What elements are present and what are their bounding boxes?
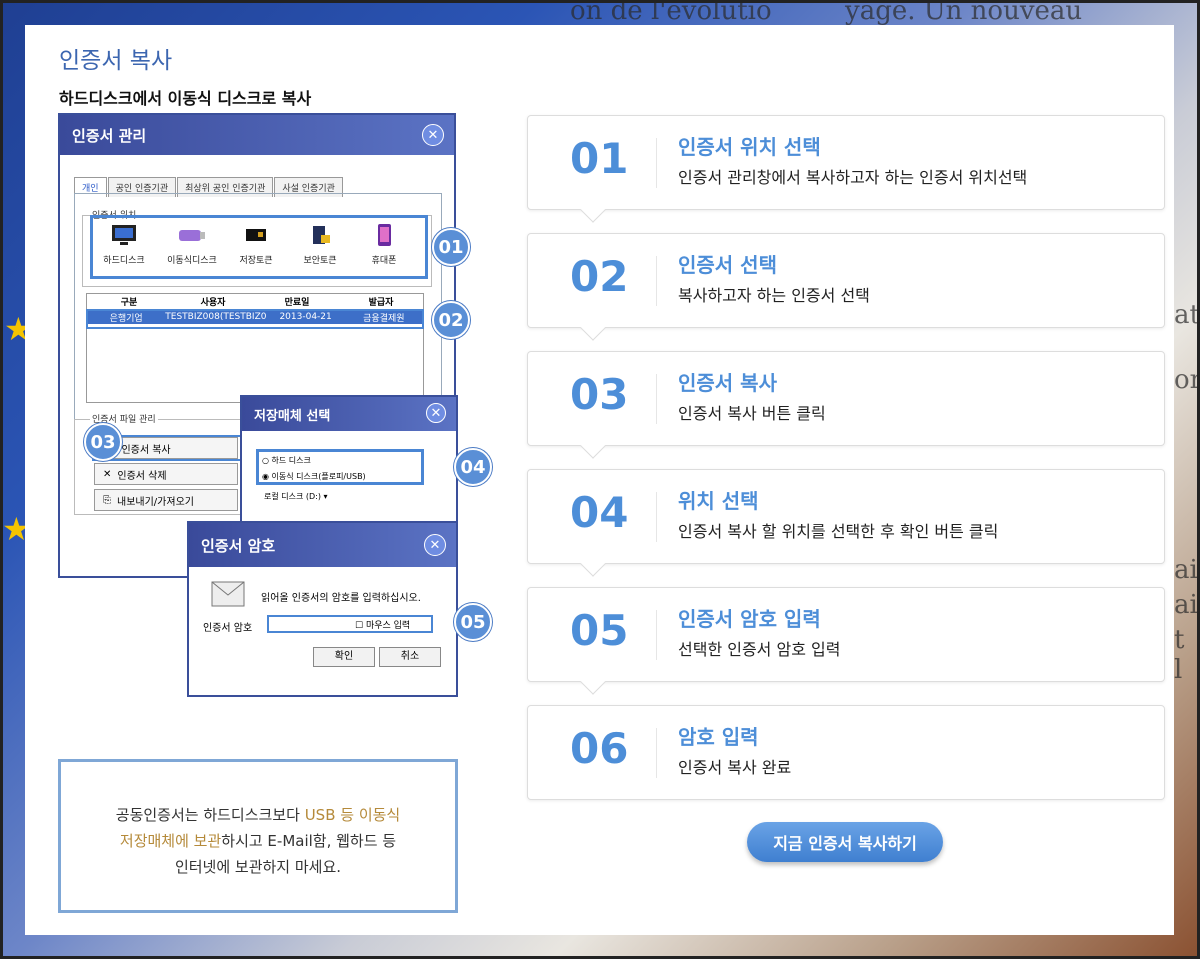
- step-card: 01 인증서 위치 선택인증서 관리창에서 복사하고자 하는 인증서 위치선택: [527, 115, 1165, 223]
- bg-text: at: [1174, 300, 1200, 330]
- device-label: 보안토큰: [303, 256, 337, 266]
- device-harddisk[interactable]: 하드디스크: [96, 223, 152, 266]
- arrow-icon: [580, 197, 606, 223]
- step-number: 03: [570, 370, 629, 419]
- phone-icon: [378, 224, 391, 246]
- col-header: 구분: [120, 298, 138, 308]
- step-badge-04: 04: [454, 448, 492, 486]
- step-title: 인증서 암호 입력: [678, 607, 821, 631]
- step-card: 02 인증서 선택복사하고자 하는 인증서 선택: [527, 233, 1165, 341]
- arrow-icon: [580, 315, 606, 341]
- delete-icon: ✕: [103, 468, 112, 480]
- table-header: 구분 사용자 만료일 발급자: [87, 294, 423, 310]
- export-import-button[interactable]: ⎘ 내보내기/가져오기: [94, 489, 238, 511]
- divider: [656, 728, 657, 778]
- step-card: 04 위치 선택인증서 복사 할 위치를 선택한 후 확인 버튼 클릭: [527, 469, 1165, 577]
- step-badge-01: 01: [432, 228, 470, 266]
- page-title: 인증서 복사: [59, 48, 173, 74]
- illustration: 인증서 관리 ✕ 개인 공인 인증기관 최상위 공인 인증기관 사설 인증기관 …: [58, 113, 493, 728]
- window-title: 인증서 관리: [60, 115, 454, 155]
- step-number: 06: [570, 724, 629, 773]
- close-icon[interactable]: ✕: [422, 124, 444, 146]
- divider: [656, 374, 657, 424]
- highlight-box: [256, 449, 424, 485]
- step-number: 01: [570, 134, 629, 183]
- step-number: 04: [570, 488, 629, 537]
- device-label: 하드디스크: [103, 256, 145, 266]
- step-card: 03 인증서 복사인증서 복사 버튼 클릭: [527, 351, 1165, 459]
- device-label: 휴대폰: [371, 256, 397, 266]
- window-title: 저장매체 선택: [242, 397, 456, 431]
- bg-text: t l: [1174, 625, 1185, 685]
- step-desc: 복사하고자 하는 인증서 선택: [678, 286, 870, 305]
- divider: [656, 492, 657, 542]
- step-title: 인증서 선택: [678, 253, 777, 277]
- bg-text: ait: [1174, 555, 1200, 585]
- arrow-icon: [580, 551, 606, 577]
- divider: [656, 610, 657, 660]
- device-token[interactable]: 저장토큰: [228, 223, 284, 266]
- bg-text: ais: [1174, 590, 1200, 620]
- cancel-button[interactable]: 취소: [379, 647, 441, 667]
- mouse-input-checkbox[interactable]: ☐ 마우스 입력: [355, 618, 410, 631]
- tip-box: 공동인증서는 하드디스크보다 USB 등 이동식 저장매체에 보관하시고 E-M…: [58, 759, 458, 913]
- drive-select[interactable]: 로컬 디스크 (D:) ▾: [264, 491, 328, 502]
- step-desc: 인증서 복사 완료: [678, 758, 792, 777]
- password-label: 인증서 암호: [203, 623, 253, 634]
- step-badge-02: 02: [432, 301, 470, 339]
- window-title: 인증서 암호: [189, 523, 456, 567]
- device-label: 저장토큰: [239, 256, 273, 266]
- device-phone[interactable]: 휴대폰: [356, 223, 412, 266]
- step-card: 06 암호 입력인증서 복사 완료: [527, 705, 1165, 800]
- token-icon: [246, 229, 266, 241]
- step-number: 05: [570, 606, 629, 655]
- tip-line: 공동인증서는 하드디스크보다 USB 등 이동식: [115, 806, 401, 824]
- device-usb[interactable]: 이동식디스크: [164, 223, 220, 266]
- col-header: 발급자: [368, 298, 394, 308]
- step-title: 인증서 복사: [678, 371, 777, 395]
- arrow-icon: [580, 669, 606, 695]
- divider: [656, 256, 657, 306]
- delete-cert-button[interactable]: ✕ 인증서 삭제: [94, 463, 238, 485]
- step-card: 05 인증서 암호 입력선택한 인증서 암호 입력: [527, 587, 1165, 695]
- step-desc: 인증서 관리창에서 복사하고자 하는 인증서 위치선택: [678, 168, 1028, 187]
- step-title: 인증서 위치 선택: [678, 135, 821, 159]
- col-header: 사용자: [200, 298, 226, 308]
- tip-line: 저장매체에 보관하시고 E-Mail함, 웹하드 등: [119, 832, 397, 850]
- device-label: 이동식디스크: [167, 256, 217, 266]
- step-desc: 인증서 복사 버튼 클릭: [678, 404, 826, 423]
- password-window: 인증서 암호 ✕ 읽어올 인증서의 암호를 입력하십시오. 인증서 암호 ☐ 마…: [187, 521, 458, 697]
- page-subtitle: 하드디스크에서 이동식 디스크로 복사: [59, 89, 312, 108]
- ok-button[interactable]: 확인: [313, 647, 375, 667]
- step-number: 02: [570, 252, 629, 301]
- bg-text: yage. Un nouveau: [845, 0, 1083, 26]
- envelope-icon: [211, 581, 245, 607]
- step-badge-05: 05: [454, 603, 492, 641]
- step-desc: 선택한 인증서 암호 입력: [678, 640, 841, 659]
- content-card: 인증서 복사 하드디스크에서 이동식 디스크로 복사 인증서 관리 ✕ 개인 공…: [25, 25, 1174, 935]
- copy-cert-now-button[interactable]: 지금 인증서 복사하기: [747, 822, 943, 862]
- close-icon[interactable]: ✕: [424, 534, 446, 556]
- bg-text: on de l'évolutio: [570, 0, 772, 26]
- arrow-icon: [580, 433, 606, 459]
- step-title: 위치 선택: [678, 489, 759, 513]
- divider: [656, 138, 657, 188]
- tip-line: 인터넷에 보관하지 마세요.: [174, 858, 342, 876]
- col-header: 만료일: [284, 298, 310, 308]
- step-title: 암호 입력: [678, 725, 759, 749]
- step-desc: 인증서 복사 할 위치를 선택한 후 확인 버튼 클릭: [678, 522, 999, 541]
- usb-icon: [179, 230, 205, 241]
- export-icon: ⎘: [103, 494, 111, 506]
- device-security-token[interactable]: 보안토큰: [292, 223, 348, 266]
- password-message: 읽어올 인증서의 암호를 입력하십시오.: [261, 593, 421, 604]
- bg-text: on: [1174, 365, 1200, 395]
- monitor-icon: [112, 225, 136, 245]
- highlight-box: [86, 309, 424, 329]
- lock-icon: [313, 226, 330, 244]
- close-icon[interactable]: ✕: [426, 403, 446, 423]
- step-badge-03: 03: [84, 423, 122, 461]
